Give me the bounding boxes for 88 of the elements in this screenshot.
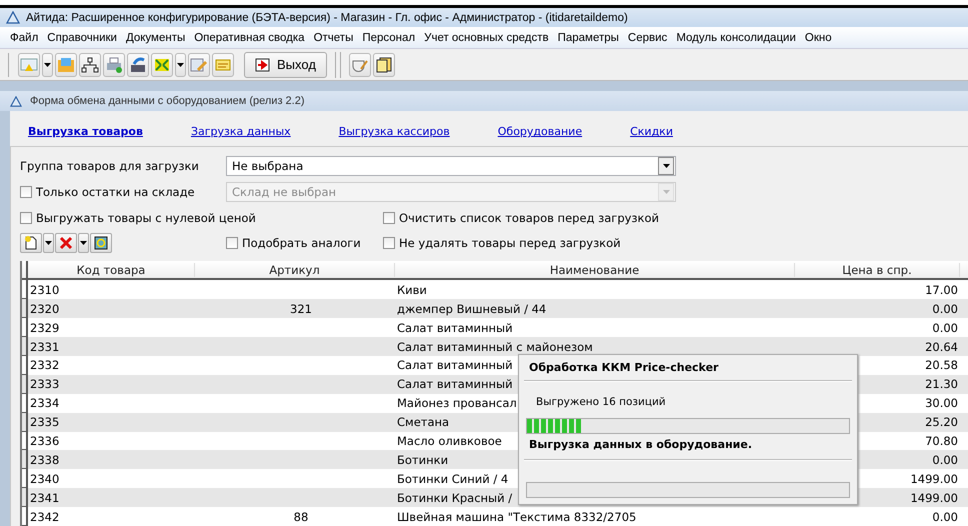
table-cell: 20.58 [925,358,958,372]
option-checkbox[interactable]: Не удалять товары перед загрузкой [383,236,621,250]
table-cell: Салат витаминный с майонезом [397,340,593,354]
option-checkbox[interactable]: Подобрать аналоги [226,236,383,250]
table-cell: 2320 [30,302,60,316]
column-header[interactable]: Артикул [195,262,395,277]
table-cell: 30.00 [925,396,958,410]
menu-item[interactable]: Оперативная сводка [194,32,305,44]
tab-link[interactable]: Загрузка данных [190,125,291,138]
column-header[interactable]: Цена в спр. [795,262,960,277]
status-text: Выгрузка данных в оборудование. [528,437,754,454]
arrows-icon[interactable] [151,52,173,77]
field-label: Группа товаров для загрузки [20,159,200,174]
menu-item[interactable]: Справочники [47,32,117,44]
dialog-title: Обработка ККМ Price-checker [528,361,720,376]
hierarchy-icon[interactable] [79,52,101,77]
table-cell: 321 [290,302,312,316]
table-cell: 2338 [30,452,60,467]
table-cell: Салат витаминный [397,377,513,392]
table-cell: 2334 [30,396,60,410]
status-message: Выгружено 16 позиций [535,395,667,410]
menu-item[interactable]: Учет основных средств [424,32,549,44]
tab-link[interactable]: Скидки [630,125,673,138]
dropdown-caret-icon[interactable] [78,232,89,253]
new-item-icon[interactable] [20,232,42,253]
option-checkbox[interactable]: Выгружать товары с нулевой ценой [20,210,383,225]
table-cell: 17.00 [925,282,958,297]
app-logo-icon [10,96,22,107]
column-header[interactable]: Код товара [28,262,195,277]
menu-item[interactable]: Персонал [362,32,416,44]
dropdown-caret-icon[interactable] [175,52,186,77]
table-cell: 1499.00 [910,490,958,505]
refresh-icon[interactable] [90,232,112,253]
menu-item[interactable]: Отчеты [314,32,354,44]
menu-item[interactable]: Параметры [558,32,619,44]
option-checkbox[interactable]: Очистить список товаров перед загрузкой [383,210,660,225]
table-cell: 2332 [30,358,60,372]
table-cell: 21.30 [925,377,958,392]
tab-link[interactable]: Выгрузка кассиров [338,125,450,138]
window-title: Айтида: Расширенное конфигурирование (БЭТА-версия) - Магазин - Гл. офис - Администратор - (itidaretaildemo) [26,12,628,24]
table-cell: Салат витаминный [397,320,513,335]
app-logo-icon [6,11,20,24]
note-icon[interactable] [212,52,234,77]
exit-icon [255,58,271,72]
tab-link[interactable]: Выгрузка товаров [28,125,143,138]
table-cell: Салат витаминный [397,358,513,372]
cup-icon[interactable] [348,52,371,77]
table-cell: 88 [294,510,308,524]
table-cell: Ботинки Синий / 4 [397,472,508,486]
table-cell: 25.20 [925,415,958,430]
table-cell: Швейная машина "Текстима 8332/2705 [397,510,636,524]
table-cell: 70.80 [925,434,958,448]
table-cell: Сметана [397,415,450,430]
table-cell: 2331 [30,340,60,354]
table-cell: Ботинки Красный / [397,490,512,505]
column-header[interactable]: Наименование [395,262,795,277]
dropdown-caret-icon[interactable] [43,232,54,253]
table-cell: 2342 [30,510,60,524]
table-cell: 2341 [30,490,60,505]
table-cell: Майонез провансал [397,396,517,410]
table-cell: 1499.00 [910,472,958,486]
table-cell: 2336 [30,434,60,448]
documents-icon[interactable] [372,52,395,77]
table-cell: 2329 [30,320,60,335]
menu-item[interactable]: Сервис [628,32,668,44]
table-cell: 2340 [30,472,60,486]
table-cell: 2335 [30,415,60,430]
table-cell: Киви [397,282,427,297]
exit-button[interactable]: Выход [244,52,327,78]
table-cell: Ботинки [397,452,448,467]
table-cell: 0.00 [932,302,958,316]
table-cell: 0.00 [932,510,958,524]
table-cell: Масло оливковое [397,434,502,448]
table-cell: 20.64 [925,340,958,354]
group-dropdown[interactable]: Не выбрана [226,156,676,176]
menu-item[interactable]: Окно [804,32,832,44]
menu-item[interactable]: Файл [10,32,38,44]
tab-link[interactable]: Оборудование [498,125,582,138]
table-cell: 2333 [30,377,60,392]
table-cell: 0.00 [932,320,958,335]
dropdown-caret-icon[interactable] [42,52,53,77]
table-cell: 2310 [30,282,60,297]
table-cell: 0.00 [932,452,958,467]
menu-item[interactable]: Модуль консолидации [676,32,796,44]
menu-item[interactable]: Документы [126,32,186,44]
table-cell: джемпер Вишневый / 44 [397,302,546,316]
form-title: Форма обмена данными с оборудованием (релиз 2.2) [30,95,304,108]
delete-icon[interactable] [55,232,77,253]
